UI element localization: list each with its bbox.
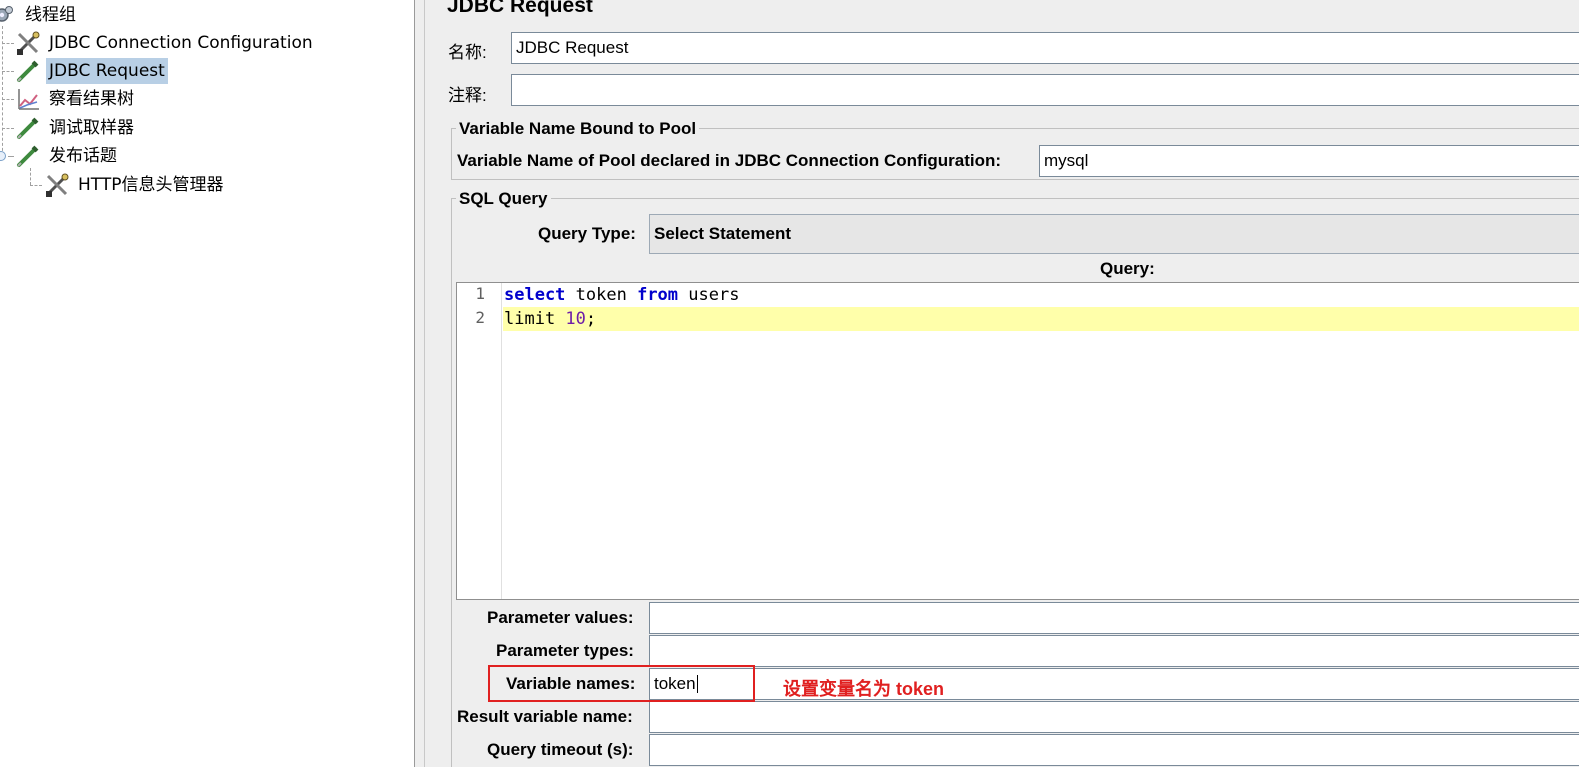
- tree-item-thread-group[interactable]: 线程组: [0, 2, 79, 28]
- pool-name-value: mysql: [1044, 151, 1089, 170]
- tree-item-jdbc-connection-configuration[interactable]: JDBC Connection Configuration: [14, 30, 316, 56]
- tree-item-publish-topic[interactable]: 发布话题: [14, 143, 120, 169]
- query-label: Query:: [1100, 259, 1155, 278]
- comment-field[interactable]: [511, 74, 1579, 106]
- dropper-icon: [14, 58, 42, 84]
- test-plan-tree: 线程组 JDBC Connection Configuration JDBC R…: [0, 0, 414, 767]
- annotation-highlight-box: [488, 665, 755, 702]
- code-line: select token from users: [503, 283, 739, 307]
- jdbc-request-panel: JDBC Request 名称: JDBC Request 注释: Variab…: [425, 0, 1579, 767]
- sql-text: users: [678, 285, 740, 305]
- expand-toggle[interactable]: [0, 151, 6, 161]
- tree-item-debug-sampler[interactable]: 调试取样器: [14, 115, 137, 141]
- tree-connector: [2, 71, 14, 72]
- param-types-label: Parameter types:: [496, 641, 634, 660]
- pool-name-label: Variable Name of Pool declared in JDBC C…: [457, 151, 1002, 170]
- panel-title: JDBC Request: [447, 0, 593, 17]
- sql-keyword: select: [504, 285, 566, 305]
- param-values-label: Parameter values:: [487, 608, 634, 627]
- param-types-field[interactable]: [649, 635, 1579, 667]
- dropper-icon: [14, 115, 42, 141]
- tree-connector: [2, 99, 14, 100]
- tree-item-http-header-manager[interactable]: HTTP信息头管理器: [43, 172, 227, 198]
- tree-connector: [30, 168, 31, 185]
- wrench-screwdriver-icon: [43, 172, 71, 198]
- sql-text: token: [565, 285, 638, 305]
- tree-item-view-results-tree[interactable]: 察看结果树: [14, 86, 137, 112]
- tree-item-jdbc-request[interactable]: JDBC Request: [14, 58, 168, 84]
- result-variable-field[interactable]: [649, 701, 1579, 733]
- tree-connector: [2, 43, 14, 44]
- wrench-screwdriver-icon: [14, 30, 42, 56]
- sql-query-editor[interactable]: 1 2 select token from users limit 10;: [456, 282, 1579, 600]
- gears-icon: [0, 2, 18, 28]
- annotation-text: 设置变量名为 token: [783, 679, 945, 699]
- line-number: 1: [475, 284, 485, 303]
- param-values-field[interactable]: [649, 602, 1579, 634]
- line-number-gutter: 1 2: [457, 283, 502, 599]
- query-type-select[interactable]: Select Statement: [649, 214, 1579, 254]
- sql-text: limit: [504, 309, 566, 329]
- sql-number: 10: [565, 309, 586, 329]
- dropper-icon: [14, 143, 42, 169]
- tree-item-label: 发布话题: [49, 146, 117, 166]
- pane-splitter[interactable]: [414, 0, 425, 767]
- pool-name-field[interactable]: mysql: [1039, 145, 1579, 177]
- query-timeout-field[interactable]: [649, 734, 1579, 766]
- sql-keyword: from: [637, 285, 679, 305]
- tree-item-label: JDBC Request: [46, 58, 168, 84]
- tree-item-label: 调试取样器: [49, 118, 134, 138]
- sql-text: ;: [585, 309, 597, 329]
- tree-connector: [2, 128, 14, 129]
- comment-label: 注释:: [448, 86, 487, 105]
- tree-item-label: 线程组: [25, 5, 76, 25]
- query-timeout-label: Query timeout (s):: [487, 740, 634, 759]
- tree-item-label: JDBC Connection Configuration: [49, 33, 313, 53]
- pool-group-title: Variable Name Bound to Pool: [456, 119, 700, 139]
- graph-icon: [14, 86, 42, 112]
- query-type-label: Query Type:: [538, 224, 636, 243]
- tree-item-label: 察看结果树: [49, 89, 134, 109]
- name-field[interactable]: JDBC Request: [511, 32, 1579, 64]
- name-label: 名称:: [448, 43, 487, 62]
- code-line-current: limit 10;: [503, 307, 1579, 331]
- tree-connector: [2, 26, 3, 156]
- query-type-value: Select Statement: [654, 224, 791, 243]
- tree-connector: [30, 185, 42, 186]
- result-variable-label: Result variable name:: [457, 707, 633, 726]
- sql-query-group-title: SQL Query: [456, 189, 551, 209]
- tree-item-label: HTTP信息头管理器: [78, 175, 224, 195]
- name-field-value: JDBC Request: [516, 38, 629, 57]
- line-number: 2: [475, 308, 485, 327]
